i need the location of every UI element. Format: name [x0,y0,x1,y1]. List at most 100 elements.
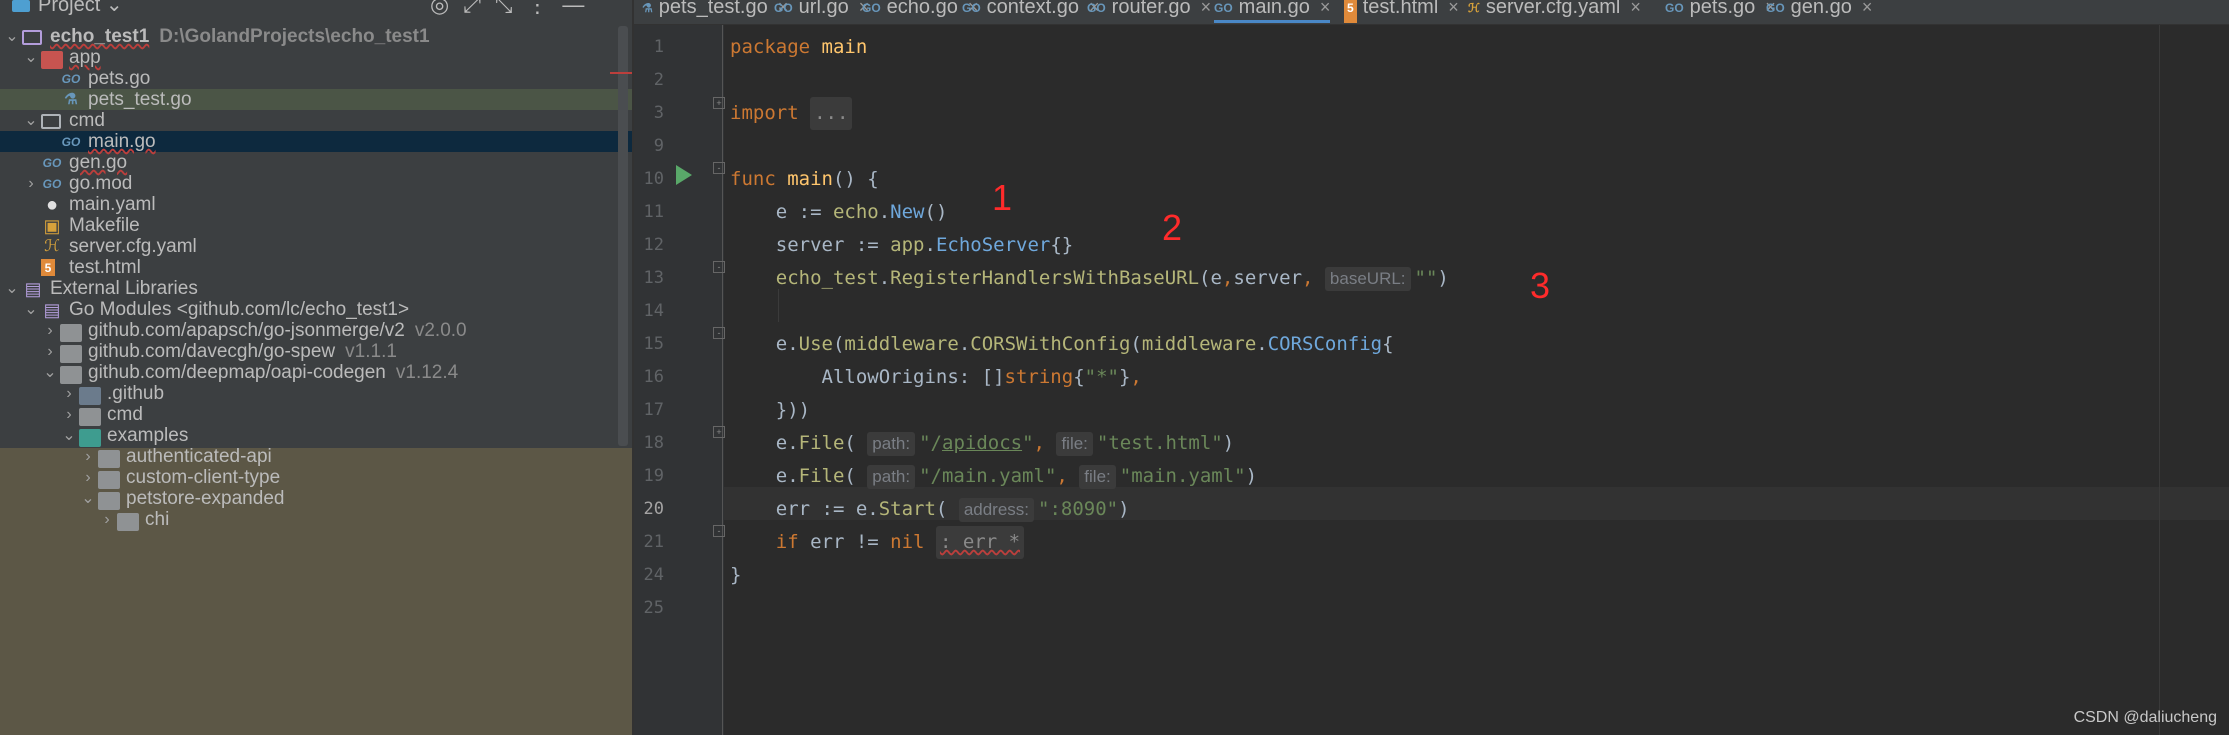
chevron-down-icon[interactable]: ⌄ [61,425,77,446]
chevron-right-icon[interactable]: › [42,320,58,341]
line-number: 12 [643,235,664,255]
expand-all-icon[interactable]: ⤢ [463,0,495,17]
tree-item[interactable]: ⌄ app [0,47,632,69]
line-number: 10 [643,169,664,189]
tab-pets-test-go[interactable]: ⚗ pets_test.go × [642,0,788,22]
tree-item[interactable]: › chi [0,509,632,531]
project-toolbar: ◎⤢⤡⋮— [430,0,598,18]
chevron-right-icon[interactable]: › [61,404,77,425]
chevron-down-icon[interactable]: ⌄ [23,110,39,131]
go-test-file-icon: ⚗ [64,91,78,108]
tree-item[interactable]: › authenticated-api [0,446,632,468]
code-line-21: if err != nil : err * [730,526,1025,559]
tab-context-go[interactable]: GO context.go × [962,0,1099,22]
code-editor[interactable]: 1 2 3 9 10 11 12 13 14 15 16 17 18 19 20 21 24 25 + - - -… [634,25,2229,735]
tab-label: echo.go [886,0,958,18]
tree-item[interactable]: GO pets.go [0,68,632,89]
fold-icon[interactable]: - [713,525,725,537]
go-file-icon: GO [42,177,62,191]
fold-icon[interactable]: - [713,162,725,174]
folder-icon [98,450,120,468]
tree-item[interactable]: › cmd [0,404,632,426]
tree-item[interactable]: › .github [0,383,632,405]
tab-server-cfg-yaml[interactable]: ℋserver.cfg.yaml × [1468,0,1641,22]
locate-icon[interactable]: ◎ [430,0,463,17]
tree-item[interactable]: ℋserver.cfg.yaml [0,236,632,257]
html-icon: 5 [1344,0,1357,23]
tab-label: server.cfg.yaml [1485,0,1621,18]
tab-test-html[interactable]: 5 test.html × [1344,0,1459,23]
code-line-11: e := echo.New() [730,201,948,223]
tree-item-label: github.com/davecgh/go-spew [88,341,336,362]
tab-label: context.go [986,0,1079,18]
close-icon[interactable]: × [1448,0,1459,17]
fold-icon[interactable]: - [713,261,725,273]
chevron-down-icon[interactable]: ⌄ [23,47,39,68]
chevron-down-icon[interactable]: ⌄ [4,278,20,299]
tree-item-label: .github [107,383,165,404]
right-margin-guide [2159,25,2160,735]
line-number: 16 [643,367,664,387]
chevron-down-icon[interactable]: ⌄ [106,0,123,16]
tab-gen-go[interactable]: GO gen.go × [1766,0,1872,22]
line-number: 13 [643,268,664,288]
tree-item[interactable]: 5 test.html [0,257,632,278]
tab-echo-go[interactable]: GO echo.go × [862,0,978,22]
tree-item-detail: D:\GolandProjects\echo_test1 [159,26,430,47]
library-icon: ▤ [43,300,61,320]
tree-item[interactable]: ⌄ examples [0,425,632,447]
run-icon[interactable] [676,165,692,185]
tree-item[interactable]: › github.com/davecgh/go-spew v1.1.1 [0,341,632,363]
collapse-all-icon[interactable]: ⤡ [495,0,527,17]
fold-icon[interactable]: + [713,426,725,438]
project-view-selector[interactable]: Project ⌄ [12,0,123,17]
chevron-down-icon[interactable]: ⌄ [80,488,96,509]
tree-item[interactable]: › GO go.mod [0,173,632,194]
go-file-icon: GO [61,72,81,86]
tree-item[interactable]: ⌄ echo_test1 D:\GolandProjects\echo_test1 [0,26,632,47]
chevron-right-icon[interactable]: › [23,173,39,194]
tree-item[interactable]: ⌄ github.com/deepmap/oapi-codegen v1.12.4 [0,362,632,384]
tree-item[interactable]: ⌄ ▤ Go Modules <github.com/lc/echo_test1> [0,299,632,320]
tab-label: pets.go [1689,0,1756,18]
chevron-right-icon[interactable]: › [80,467,96,488]
project-sidebar: Project ⌄ ◎⤢⤡⋮— ⌄ echo_test1 D:\GolandProj… [0,0,632,735]
code-line-24: } [730,564,742,586]
chevron-right-icon[interactable]: › [80,446,96,467]
tab-url-go[interactable]: GO url.go × [774,0,869,22]
yaml-icon: ℋ [44,238,60,255]
close-icon[interactable]: × [1320,0,1331,17]
folder-icon [117,513,139,531]
tab-pets-go[interactable]: GO pets.go × [1665,0,1776,22]
chevron-down-icon[interactable]: ⌄ [4,26,20,47]
sidebar-scrollbar[interactable] [618,26,628,446]
fold-icon[interactable]: + [713,97,725,109]
chevron-down-icon[interactable]: ⌄ [42,362,58,383]
more-options-icon[interactable]: ⋮ [526,0,562,17]
tab-main-go[interactable]: GO main.go × [1214,0,1331,23]
close-icon[interactable]: × [1201,0,1212,17]
tree-item-label: custom-client-type [126,467,281,488]
chevron-right-icon[interactable]: › [61,383,77,404]
tree-item[interactable]: ● main.yaml [0,194,632,215]
tree-item[interactable]: › github.com/apapsch/go-jsonmerge/v2 v2.0.… [0,320,632,342]
tree-item[interactable]: ⌄ cmd [0,110,632,131]
tree-item[interactable]: ⚗ pets_test.go [0,89,632,110]
chevron-right-icon[interactable]: › [42,341,58,362]
tree-item[interactable]: › custom-client-type [0,467,632,489]
fold-icon[interactable]: - [713,327,725,339]
folder-icon [98,492,120,510]
tree-item[interactable]: ⌄ petstore-expanded [0,488,632,510]
close-icon[interactable]: × [1862,0,1873,17]
tree-item[interactable]: ⌄ ▤ External Libraries [0,278,632,299]
hide-icon[interactable]: — [562,0,598,17]
tree-item[interactable]: ▣ Makefile [0,215,632,236]
chevron-down-icon[interactable]: ⌄ [23,299,39,320]
close-icon[interactable]: × [1630,0,1641,17]
go-file-icon: GO [61,135,81,149]
tree-item[interactable]: GO gen.go [0,152,632,173]
tree-item[interactable]: GO main.go [0,131,632,152]
line-number: 19 [643,466,664,486]
tab-router-go[interactable]: GO router.go × [1087,0,1211,22]
chevron-right-icon[interactable]: › [99,509,115,530]
